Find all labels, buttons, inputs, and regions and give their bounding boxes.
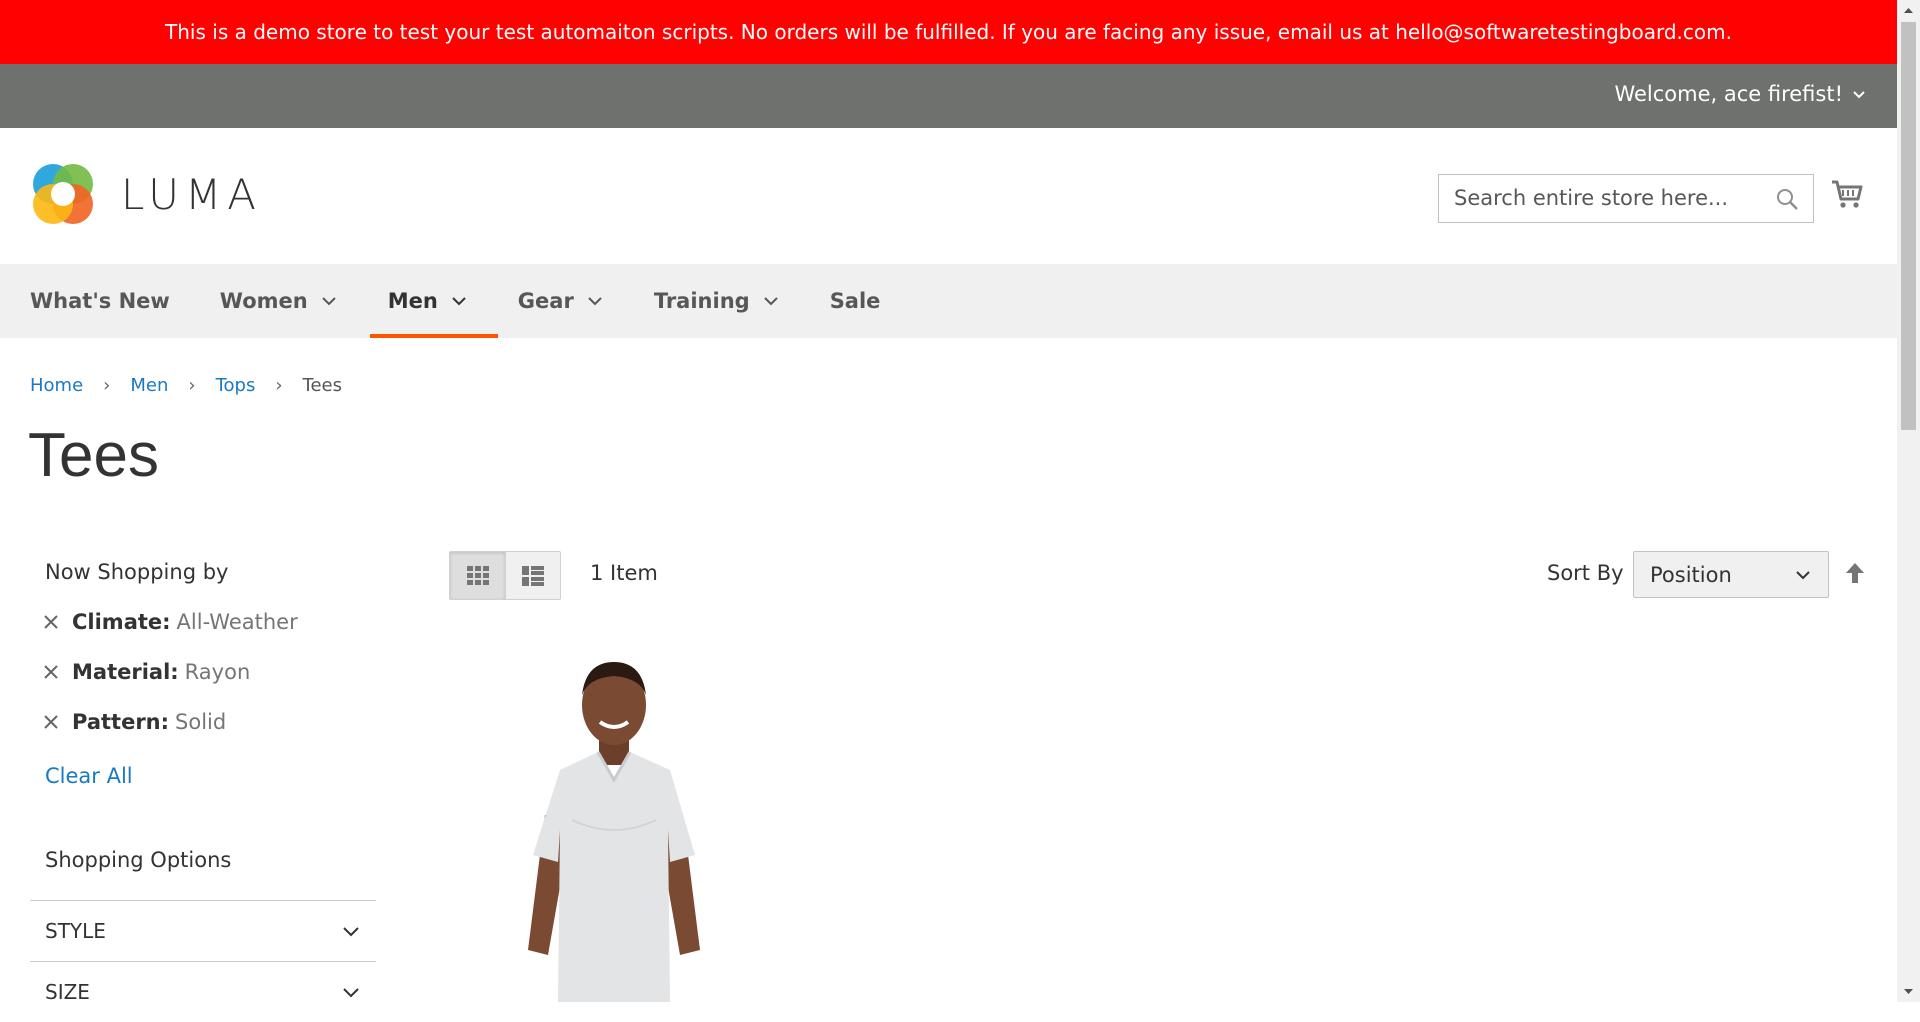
main-navigation: What's New Women Men Gear Training Sale: [0, 264, 1897, 338]
search-input[interactable]: [1452, 175, 1762, 221]
product-photo: [528, 662, 700, 1002]
sort-by-select[interactable]: Position: [1633, 551, 1829, 598]
breadcrumb-link-home[interactable]: Home: [30, 375, 83, 396]
nav-item-label: Men: [387, 289, 438, 313]
chevron-down-icon: [1796, 570, 1810, 579]
chevron-down-icon: [452, 297, 466, 306]
demo-notice-bar: This is a demo store to test your test a…: [0, 0, 1897, 64]
chevron-down-icon: [343, 927, 359, 937]
search-icon[interactable]: [1775, 187, 1799, 211]
nav-item-label: Sale: [829, 289, 881, 313]
filter-value: Rayon: [184, 660, 251, 684]
welcome-text: Welcome, ace firefist!: [1614, 82, 1843, 106]
sort-by-label: Sort By: [1547, 561, 1624, 585]
chevron-down-icon: [321, 297, 336, 306]
filter-value: All-Weather: [176, 610, 298, 634]
demo-notice-text: This is a demo store to test your test a…: [165, 20, 1732, 44]
nav-item-sale[interactable]: Sale: [830, 264, 881, 338]
grid-icon: [466, 565, 489, 585]
chevron-right-icon: ›: [188, 375, 196, 396]
nav-item-label: Training: [653, 289, 750, 313]
sidebar-filters: Now Shopping by Climate: All-Weather Mat…: [30, 560, 376, 1022]
grid-view-button[interactable]: [450, 552, 505, 599]
sort-by-value: Position: [1650, 562, 1732, 587]
nav-item-training[interactable]: Training: [654, 264, 780, 338]
header-content: LUMA: [0, 128, 1897, 264]
nav-item-gear[interactable]: Gear: [518, 264, 604, 338]
filter-label: Pattern:: [72, 710, 170, 734]
now-shopping-title: Now Shopping by: [45, 560, 229, 584]
filter-option-size[interactable]: SIZE: [30, 961, 376, 1022]
breadcrumb-link-men[interactable]: Men: [130, 375, 168, 396]
breadcrumb-link-tops[interactable]: Tops: [216, 375, 256, 396]
logo-text: LUMA: [121, 169, 263, 219]
clear-all-link[interactable]: Clear All: [45, 764, 376, 788]
chevron-down-icon: [343, 988, 359, 998]
chevron-down-icon: [763, 297, 778, 306]
filter-option-style[interactable]: STYLE: [30, 900, 376, 961]
store-logo[interactable]: LUMA: [30, 161, 262, 227]
account-welcome-toggle[interactable]: Welcome, ace firefist!: [1614, 82, 1867, 106]
scroll-down-arrow-icon[interactable]: [1902, 985, 1915, 998]
chevron-right-icon: ›: [103, 375, 111, 396]
remove-filter-icon[interactable]: [42, 663, 60, 681]
nav-item-label: What's New: [30, 289, 170, 313]
list-icon: [522, 565, 544, 586]
active-filter: Material: Rayon: [42, 660, 376, 684]
filter-label: Material:: [72, 660, 179, 684]
search-box: [1438, 174, 1814, 223]
top-panel-header: Welcome, ace firefist!: [0, 64, 1897, 128]
luma-logo-icon: [33, 164, 93, 224]
scrollbar-thumb[interactable]: [1901, 22, 1916, 430]
products-toolbar: 1 Item Sort By Position: [449, 551, 1867, 600]
view-mode-switcher: [449, 551, 561, 600]
active-filter: Climate: All-Weather: [42, 610, 376, 634]
chevron-down-icon: [588, 297, 602, 306]
nav-item-label: Gear: [517, 289, 574, 313]
filter-label: Climate:: [72, 610, 171, 634]
scroll-up-arrow-icon[interactable]: [1902, 4, 1915, 17]
chevron-down-icon: [1853, 91, 1865, 99]
shopping-options-title: Shopping Options: [45, 848, 232, 872]
sort-direction-arrow-icon[interactable]: [1843, 561, 1867, 585]
filter-option-label: SIZE: [45, 980, 90, 1004]
active-filter: Pattern: Solid: [42, 710, 376, 734]
nav-item-men[interactable]: Men: [369, 264, 498, 338]
breadcrumb-current: Tees: [302, 375, 343, 396]
toolbar-amount: 1 Item: [590, 561, 658, 585]
product-item-image[interactable]: [500, 650, 740, 1002]
filter-value: Solid: [175, 710, 227, 734]
cart-icon[interactable]: [1830, 177, 1864, 211]
chevron-right-icon: ›: [275, 375, 283, 396]
breadcrumb: Home › Men › Tops › Tees: [30, 375, 342, 396]
nav-item-women[interactable]: Women: [220, 264, 338, 338]
nav-item-whats-new[interactable]: What's New: [30, 264, 170, 338]
list-view-button[interactable]: [505, 552, 560, 599]
filter-option-label: STYLE: [45, 919, 106, 943]
page-title: Tees: [28, 421, 159, 490]
remove-filter-icon[interactable]: [42, 613, 60, 631]
nav-item-label: Women: [219, 289, 308, 313]
remove-filter-icon[interactable]: [42, 713, 60, 731]
page-scrollbar[interactable]: [1897, 0, 1920, 1002]
